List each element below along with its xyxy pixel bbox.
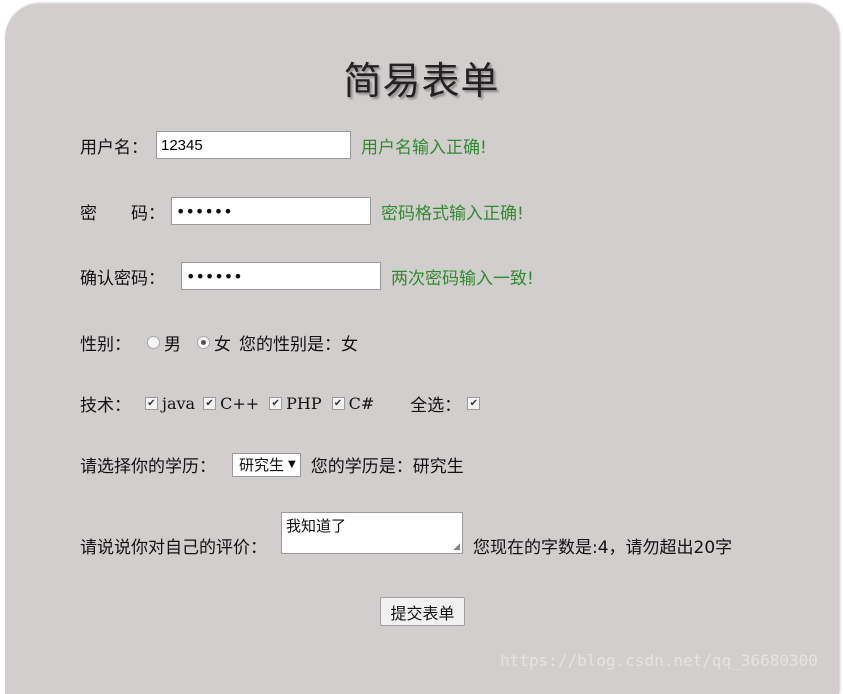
- review-label: 请说说你对自己的评价：: [80, 538, 267, 558]
- tech-option-cpp: C++: [220, 394, 260, 413]
- tech-checkbox-cpp[interactable]: ✔: [203, 397, 217, 410]
- education-select[interactable]: 研究生 ▼: [232, 452, 301, 477]
- username-message: 用户名输入正确!: [361, 137, 487, 158]
- username-row: 用户名： 用户名输入正确!: [80, 131, 487, 159]
- education-result: 您的学历是：研究生: [310, 457, 464, 477]
- username-label: 用户名：: [80, 137, 148, 158]
- review-textarea[interactable]: 我知道了 ◢: [281, 512, 463, 554]
- password-message: 密码格式输入正确!: [381, 203, 524, 224]
- tech-checkbox-java[interactable]: ✔: [145, 397, 158, 410]
- gender-option-male: 男: [164, 335, 181, 355]
- education-select-value: 研究生: [239, 456, 285, 474]
- education-label: 请选择你的学历：: [80, 457, 216, 477]
- confirm-row: 确认密码： •••••• 两次密码输入一致!: [80, 262, 534, 290]
- tech-row: 技术： ✔ java ✔ C++ ✔ PHP ✔ C# 全选： ✔: [80, 391, 484, 416]
- tech-label: 技术：: [80, 396, 131, 416]
- tech-checkbox-php[interactable]: ✔: [269, 397, 283, 410]
- confirm-password-input[interactable]: ••••••: [181, 262, 381, 290]
- gender-radio-male[interactable]: [147, 336, 160, 349]
- review-text: 我知道了: [286, 517, 347, 535]
- education-row: 请选择你的学历： 研究生 ▼ 您的学历是：研究生: [80, 452, 464, 477]
- username-input[interactable]: [156, 131, 351, 159]
- confirm-message: 两次密码输入一致!: [391, 268, 534, 289]
- password-label: 密 码：: [80, 203, 165, 224]
- confirm-label: 确认密码：: [80, 268, 165, 289]
- review-row: 请说说你对自己的评价： 我知道了 ◢ 您现在的字数是:4，请勿超出20字: [80, 512, 732, 558]
- gender-label: 性别：: [80, 335, 131, 355]
- select-all-checkbox[interactable]: ✔: [467, 397, 481, 410]
- review-count: 您现在的字数是:4，请勿超出20字: [473, 538, 733, 558]
- tech-checkbox-csharp[interactable]: ✔: [331, 397, 345, 410]
- password-input[interactable]: ••••••: [171, 197, 371, 225]
- gender-radio-female[interactable]: [197, 336, 210, 349]
- password-row: 密 码： •••••• 密码格式输入正确!: [80, 197, 524, 225]
- tech-option-csharp: C#: [348, 394, 375, 413]
- gender-option-female: 女: [214, 335, 231, 355]
- gender-result: 您的性别是：女: [239, 335, 358, 355]
- gender-row: 性别： 男 女 您的性别是：女: [80, 330, 358, 355]
- resize-grip-icon[interactable]: ◢: [453, 542, 460, 552]
- watermark: https://blog.csdn.net/qq_36680300: [500, 651, 818, 670]
- tech-option-java: java: [162, 394, 196, 413]
- select-all-label: 全选：: [410, 396, 462, 416]
- submit-button[interactable]: 提交表单: [380, 597, 465, 626]
- tech-option-php: PHP: [286, 394, 322, 413]
- page-title: 简易表单: [343, 59, 500, 103]
- chevron-down-icon: ▼: [288, 459, 296, 470]
